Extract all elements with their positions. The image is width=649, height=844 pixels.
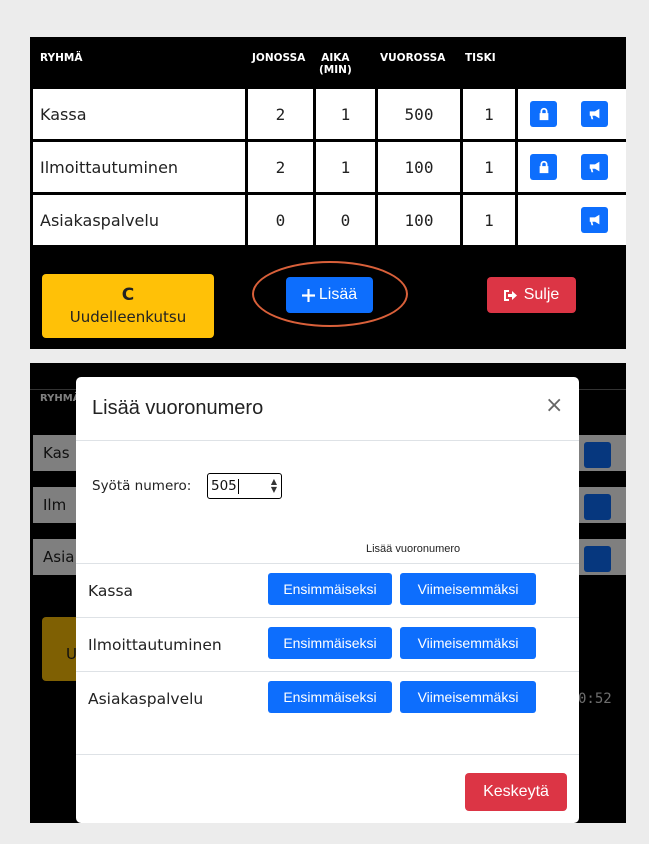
megaphone-icon [589,108,599,120]
spinner-icon[interactable]: ▲ ▼ [271,478,277,494]
last-button[interactable]: Viimeisemmäksi [400,573,536,605]
dialog-row-name: Asiakaspalvelu [88,690,204,708]
first-button[interactable]: Ensimmäiseksi [268,573,392,605]
dialog-row-name: Ilmoittautuminen [88,636,222,654]
row-actions [518,142,626,192]
announce-button[interactable] [581,207,608,233]
megaphone-icon [589,214,599,226]
row-actions [518,195,626,245]
number-label: Syötä numero: [92,478,192,494]
refresh-icon: C [121,284,135,305]
header-time-line1: AIKA [321,52,350,64]
header-time: AIKA (MIN) [319,52,352,76]
table-header: RYHMÄ JONOSSA AIKA (MIN) VUOROSSA TISKI [30,37,626,89]
row-current: 100 [378,195,460,245]
dialog-row: Kassa Ensimmäiseksi Viimeisemmäksi [76,563,579,617]
add-number-dialog: Lisää vuoronumero × Syötä numero: 505 ▲ ▼… [76,377,579,823]
megaphone-icon [589,161,599,173]
table-row: Asiakaspalvelu 0 0 100 1 [33,195,626,245]
add-button[interactable]: Lisää [286,277,373,313]
close-icon[interactable]: × [545,395,563,417]
add-label: Lisää [318,286,358,303]
text-cursor [237,478,239,494]
row-in-queue: 0 [248,195,313,245]
dialog-row: Asiakaspalvelu Ensimmäiseksi Viimeisemmä… [76,671,579,725]
dialog-row: Ilmoittautuminen Ensimmäiseksi Viimeisem… [76,617,579,671]
lock-icon [539,160,548,174]
number-input[interactable]: 505 ▲ ▼ [207,473,282,499]
table-row: Kassa 2 1 500 1 [33,89,626,139]
lock-button[interactable] [530,101,557,127]
header-group: RYHMÄ [40,52,83,64]
table-row: Ilmoittautuminen 2 1 100 1 [33,142,626,192]
row-time: 0 [316,195,375,245]
row-counter: 1 [463,89,515,139]
row-time: 1 [316,89,375,139]
announce-button[interactable] [581,101,608,127]
first-button[interactable]: Ensimmäiseksi [268,627,392,659]
lock-icon [539,107,548,121]
dialog-row-name: Kassa [88,582,134,600]
row-group-name: Kassa [33,89,245,139]
header-current: VUOROSSA [380,52,446,64]
cancel-button[interactable]: Keskeytä [465,773,567,811]
lock-button[interactable] [530,154,557,180]
announce-button[interactable] [581,154,608,180]
recall-button[interactable]: C Uudelleenkutsu [42,274,214,338]
queue-panel: RYHMÄ JONOSSA AIKA (MIN) VUOROSSA TISKI … [30,37,626,349]
close-button[interactable]: Sulje [487,277,576,313]
header-in-queue: JONOSSA [252,52,306,64]
last-button[interactable]: Viimeisemmäksi [400,627,536,659]
row-counter: 1 [463,195,515,245]
dialog-footer-divider [76,754,579,755]
close-label: Sulje [523,286,560,303]
row-group-name: Ilmoittautuminen [33,142,245,192]
row-in-queue: 2 [248,89,313,139]
plus-icon [301,288,315,302]
row-current: 500 [378,89,460,139]
number-input-value: 505 [211,478,237,494]
dialog-header: Lisää vuoronumero × [76,377,579,441]
header-time-line2: (MIN) [319,64,352,76]
dialog-title: Lisää vuoronumero [92,397,264,419]
row-time: 1 [316,142,375,192]
first-button[interactable]: Ensimmäiseksi [268,681,392,713]
row-group-name: Asiakaspalvelu [33,195,245,245]
sign-out-icon [503,289,517,301]
row-current: 100 [378,142,460,192]
last-button[interactable]: Viimeisemmäksi [400,681,536,713]
row-actions [518,89,626,139]
row-in-queue: 2 [248,142,313,192]
row-counter: 1 [463,142,515,192]
column-header: Lisää vuoronumero [366,543,461,555]
header-counter: TISKI [465,52,496,64]
recall-label: Uudelleenkutsu [69,307,187,326]
modal-panel: RYHMÄ Kas Ilm Asia U 0:52 Lisää vuoronum… [30,363,626,823]
